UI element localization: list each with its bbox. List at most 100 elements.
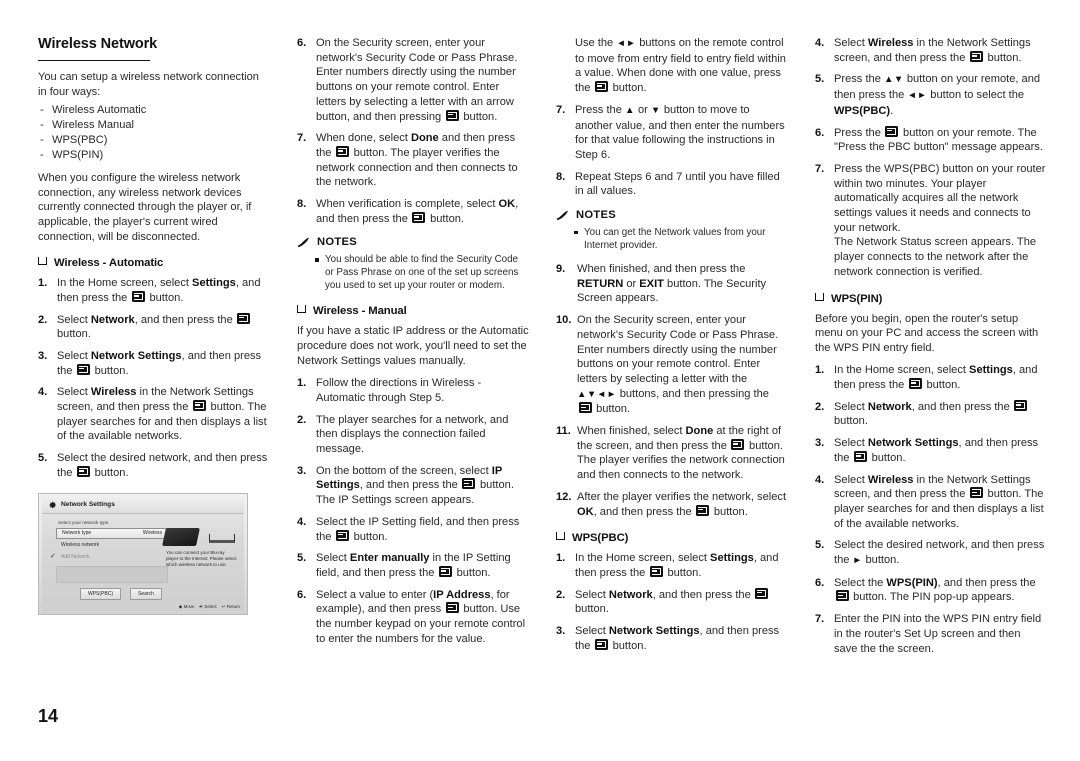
- step-number: 10.: [556, 314, 572, 327]
- status-move: ◆ Move: [179, 604, 195, 610]
- step-item: 1. Follow the directions in Wireless - Au…: [297, 376, 529, 405]
- step-item: 10. On the Security screen, enter your ne…: [556, 313, 788, 417]
- steps-col3-bottom: 9. When finished, and then press the RETU…: [556, 262, 788, 519]
- step-text: When verification is complete, select OK…: [316, 198, 519, 225]
- enter-button-icon: [445, 109, 459, 121]
- step-number: 4.: [38, 386, 48, 399]
- figure-screen: Network Settings Select your network typ…: [42, 496, 244, 611]
- figure-network-type-row[interactable]: Network type Wireless: [56, 527, 168, 539]
- figure-row-label: Network type: [62, 530, 92, 537]
- step-number: 5.: [38, 452, 48, 465]
- step-number: 1.: [815, 364, 825, 377]
- step-item: 6. Select a value to enter (IP Address, f…: [297, 588, 529, 647]
- status-return: ↩ Return: [222, 604, 240, 610]
- step-text: Select Network Settings, and then press …: [575, 625, 780, 652]
- wireless-manual-intro: If you have a static IP address or the A…: [297, 325, 529, 367]
- emphasis-text: Done: [410, 132, 439, 145]
- steps-wireless-automatic: 1. In the Home screen, select Settings, a…: [38, 276, 270, 480]
- step-number: 6.: [815, 126, 825, 139]
- column-1: Wireless Network You can setup a wireles…: [38, 36, 270, 686]
- enter-button-icon: [969, 487, 983, 499]
- emphasis-text: Done: [685, 425, 714, 438]
- figure-hint: Select your network type.: [58, 519, 110, 525]
- square-bullet-icon: [297, 305, 306, 314]
- figure-wps-pbc-button[interactable]: WPS(PBC): [80, 587, 121, 600]
- notes-block-col2: NOTES You should be able to find the Sec…: [297, 236, 529, 292]
- note-item: You can get the Network values from your…: [574, 226, 788, 252]
- step-item: 3. Select Network Settings, and then pres…: [556, 624, 788, 653]
- step-text: Select Network Settings, and then press …: [834, 437, 1039, 464]
- enter-button-icon: [77, 363, 91, 375]
- step-text: Follow the directions in Wireless - Auto…: [316, 377, 482, 404]
- enter-button-icon: [854, 450, 868, 462]
- enter-button-icon: [336, 145, 350, 157]
- emphasis-text: Network: [90, 313, 135, 326]
- steps-col4-top: 4. Select Wireless in the Network Setting…: [815, 36, 1047, 280]
- step-text: Select the WPS(PIN), and then press the …: [834, 576, 1036, 604]
- enter-button-icon: [412, 211, 426, 223]
- step-text: On the bottom of the screen, select IP S…: [316, 464, 514, 507]
- step-item: 1. In the Home screen, select Settings, a…: [815, 363, 1047, 392]
- step-item: 3. On the bottom of the screen, select IP…: [297, 464, 529, 508]
- figure-add-network-row[interactable]: Add Network: [61, 554, 90, 560]
- step-item: 3. Select Network Settings, and then pres…: [815, 436, 1047, 465]
- emphasis-text: RETURN: [577, 277, 624, 290]
- enter-button-icon: [192, 400, 206, 412]
- step-text: Select Network, and then press the butto…: [57, 312, 270, 342]
- step-number: 1.: [556, 552, 566, 565]
- title-underline: [38, 60, 150, 61]
- step-text: The player searches for a network, and t…: [316, 413, 509, 456]
- figure-search-button[interactable]: Search: [130, 587, 162, 600]
- step-item: 5. Select Enter manually in the IP Settin…: [297, 551, 529, 580]
- figure-titlebar: Network Settings: [42, 496, 244, 514]
- step-text: In the Home screen, select Settings, and…: [575, 552, 779, 579]
- step-number: 3.: [556, 625, 566, 638]
- step-number: 3.: [38, 349, 48, 362]
- figure-title: Network Settings: [61, 501, 115, 509]
- step-number: 2.: [297, 413, 307, 426]
- list-item: WPS(PBC): [38, 133, 270, 148]
- step-item: 5. Select the desired network, and then p…: [38, 451, 270, 480]
- steps-col3-top: 7. Press the ▲ or ▼ button to move to ano…: [556, 103, 788, 199]
- step-text: When finished, select Done at the right …: [577, 425, 785, 482]
- player-device-icon: [162, 527, 200, 546]
- figure-description: You can connect your Blu-ray player to t…: [166, 549, 237, 567]
- step-text: After the player verifies the network, s…: [577, 490, 787, 518]
- emphasis-text: IP Address: [433, 588, 491, 601]
- figure-wireless-network-row[interactable]: Wireless network: [61, 542, 99, 548]
- enter-button-icon: [835, 590, 849, 602]
- enter-button-icon: [696, 504, 710, 516]
- col3-continuation: Use the ◄► buttons on the remote control…: [556, 36, 788, 96]
- square-bullet-icon: [815, 292, 824, 301]
- check-icon: ✓: [50, 552, 56, 560]
- router-icon: [209, 533, 235, 543]
- step-item: 7. Press the WPS(PBC) button on your rout…: [815, 162, 1047, 280]
- left-right-arrows-icon: ◄►: [616, 38, 637, 49]
- pencil-icon: [297, 237, 310, 248]
- status-move-label: Move: [183, 604, 195, 610]
- emphasis-text: Wireless: [867, 473, 914, 486]
- return-icon: ↩: [221, 603, 226, 609]
- column-4: 4. Select Wireless in the Network Setting…: [815, 36, 1047, 686]
- step-number: 9.: [556, 263, 566, 276]
- step-number: 4.: [815, 37, 825, 49]
- emphasis-text: Enter manually: [349, 552, 430, 565]
- enter-button-icon: [595, 638, 609, 650]
- figure-status-bar: ◆ Move ⎆ Select ↩ Return: [179, 604, 240, 610]
- subheading-label: WPS(PIN): [831, 292, 883, 305]
- step-text: Select Network, and then press the butto…: [834, 399, 1047, 429]
- step-item: 6. Press the button on your remote. The "…: [815, 125, 1047, 155]
- step-number: 6.: [815, 576, 825, 589]
- step-text: Repeat Steps 6 and 7 until you have fill…: [575, 170, 780, 198]
- list-item: WPS(PIN): [38, 148, 270, 163]
- step-item: 7. Press the ▲ or ▼ button to move to ano…: [556, 103, 788, 163]
- intro-paragraph: You can setup a wireless network connect…: [38, 71, 259, 98]
- notes-label: NOTES: [576, 209, 617, 222]
- emphasis-text: Network Settings: [608, 625, 700, 638]
- four-arrows-icon: ▲▼◄►: [577, 388, 617, 400]
- emphasis-text: EXIT: [639, 277, 664, 290]
- emphasis-text: Wireless: [867, 37, 914, 49]
- steps-wps-pin: 1. In the Home screen, select Settings, a…: [815, 363, 1047, 656]
- subheading-wps-pin: WPS(PIN): [815, 292, 1047, 305]
- step-item: 7. Enter the PIN into the WPS PIN entry f…: [815, 612, 1047, 656]
